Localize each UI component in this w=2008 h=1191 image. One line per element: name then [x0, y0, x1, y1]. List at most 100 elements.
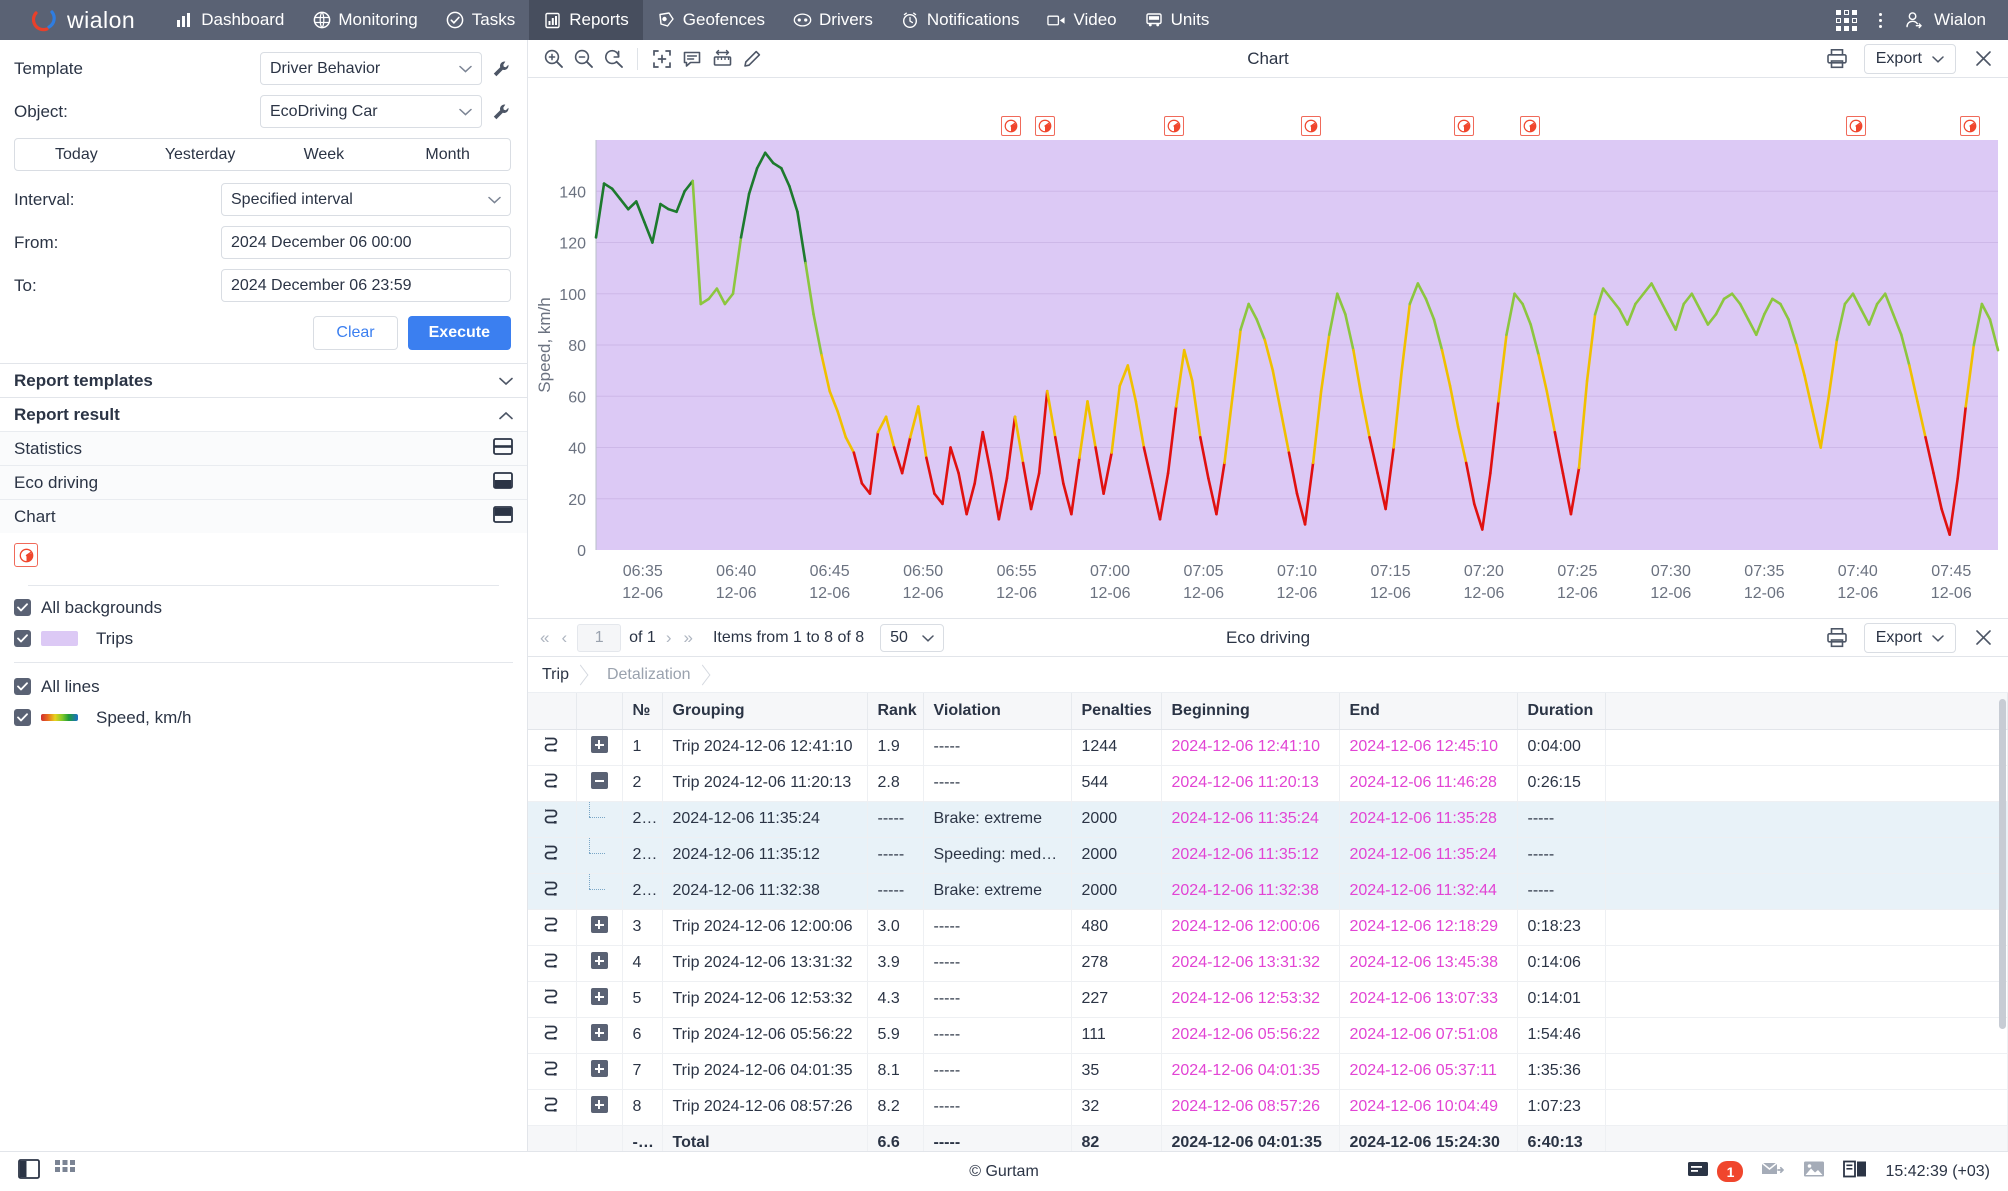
chart-violation-marker[interactable]	[1034, 116, 1055, 136]
chevron-right-icon[interactable]: ›	[664, 628, 674, 648]
route-icon[interactable]	[543, 880, 560, 902]
expander-cell[interactable]	[576, 945, 623, 982]
chart-violation-marker[interactable]	[1453, 116, 1474, 136]
trips-checkbox[interactable]	[14, 630, 31, 647]
result-row-statistics[interactable]: Statistics	[0, 431, 527, 465]
double-chevron-left-icon[interactable]: «	[538, 628, 551, 648]
expander-cell[interactable]	[576, 1125, 623, 1151]
speed-line-row[interactable]: Speed, km/h	[0, 702, 527, 733]
messages-indicator[interactable]: 1	[1687, 1160, 1744, 1183]
template-settings-icon[interactable]	[491, 59, 511, 79]
route-icon-cell[interactable]	[528, 1125, 577, 1151]
table-row[interactable]: 4 Trip 2024-12-06 13:31:32 3.9 ----- 278 2024…	[528, 945, 2008, 982]
chart-violation-marker[interactable]	[1000, 116, 1021, 136]
route-icon[interactable]	[543, 736, 560, 758]
select-area-icon[interactable]	[647, 44, 677, 74]
table-row[interactable]: ----- Total 6.6 ----- 82 2024-12-06 04:01:35 2…	[528, 1125, 2008, 1151]
route-icon[interactable]	[543, 988, 560, 1010]
table-close-icon[interactable]	[1968, 623, 1998, 653]
table-column-header[interactable]: Penalties	[1071, 693, 1162, 730]
mail-forward-icon[interactable]	[1761, 1160, 1785, 1183]
nav-item-monitoring[interactable]: Monitoring	[298, 0, 431, 40]
result-row-chart[interactable]: Chart	[0, 499, 527, 533]
kebab-menu-icon[interactable]	[1879, 12, 1883, 28]
table-row[interactable]: 8 Trip 2024-12-06 08:57:26 8.2 ----- 32 2024-…	[528, 1089, 2008, 1126]
speed-gauge-icon-chip[interactable]	[14, 543, 38, 567]
result-row-eco-driving[interactable]: Eco driving	[0, 465, 527, 499]
report-result-section[interactable]: Report result	[0, 397, 527, 431]
nav-item-geofences[interactable]: Geofences	[643, 0, 779, 40]
trips-row[interactable]: Trips	[0, 623, 527, 654]
zoom-in-icon[interactable]	[538, 44, 568, 74]
chart-close-icon[interactable]	[1968, 44, 1998, 74]
split-horizontal-icon[interactable]	[493, 437, 513, 460]
grid-apps-icon[interactable]	[54, 1159, 76, 1184]
expander-cell[interactable]	[576, 837, 623, 874]
route-icon[interactable]	[543, 1096, 560, 1118]
chart-violation-marker[interactable]	[1846, 116, 1867, 136]
zoom-out-icon[interactable]	[568, 44, 598, 74]
report-templates-section[interactable]: Report templates	[0, 363, 527, 397]
expander-cell[interactable]	[576, 1053, 623, 1090]
table-row[interactable]: 2.2 2024-12-06 11:35:12 ----- Speeding: med…	[528, 837, 2008, 874]
nav-item-dashboard[interactable]: Dashboard	[161, 0, 298, 40]
route-icon-cell[interactable]	[528, 873, 577, 910]
page-size-select[interactable]: 50	[880, 623, 944, 652]
table-row[interactable]: 1 Trip 2024-12-06 12:41:10 1.9 ----- 1244 202…	[528, 729, 2008, 766]
table-export-button[interactable]: Export	[1863, 622, 1956, 653]
period-tab-week[interactable]: Week	[263, 139, 387, 170]
object-settings-icon[interactable]	[491, 102, 511, 122]
table-column-header[interactable]	[576, 693, 623, 730]
route-icon[interactable]	[543, 844, 560, 866]
speed-chart[interactable]: 0 20 40 60 80 100 120 140 Speed, km/h 06:35 12-06 0…	[528, 78, 2008, 618]
period-tab-yesterday[interactable]: Yesterday	[139, 139, 263, 170]
nav-item-tasks[interactable]: Tasks	[432, 0, 529, 40]
page-number-input[interactable]: 1	[577, 623, 622, 652]
chart-violation-marker[interactable]	[1163, 116, 1184, 136]
route-icon[interactable]	[543, 772, 560, 794]
table-row[interactable]: 5 Trip 2024-12-06 12:53:32 4.3 ----- 227 2024…	[528, 981, 2008, 1018]
all-backgrounds-row[interactable]: All backgrounds	[0, 592, 527, 623]
expand-row-button[interactable]	[590, 736, 608, 753]
table-column-header[interactable]: Violation	[923, 693, 1072, 730]
route-icon-cell[interactable]	[528, 765, 577, 802]
route-icon-cell[interactable]	[528, 945, 577, 982]
table-column-header[interactable]: Rank	[867, 693, 924, 730]
measure-icon[interactable]	[707, 44, 737, 74]
object-select[interactable]: EcoDriving Car	[260, 95, 482, 128]
breadcrumb-detalization[interactable]: Detalization	[595, 657, 717, 693]
wialon-logo[interactable]: wialon	[0, 7, 161, 34]
execute-button[interactable]: Execute	[407, 316, 511, 350]
clear-button[interactable]: Clear	[313, 316, 398, 350]
panel-top-icon[interactable]	[493, 505, 513, 528]
user-menu[interactable]: Wialon	[1904, 10, 1986, 30]
route-icon-cell[interactable]	[528, 1017, 577, 1054]
route-icon-cell[interactable]	[528, 729, 577, 766]
expand-row-button[interactable]	[590, 988, 608, 1005]
route-icon-cell[interactable]	[528, 1089, 577, 1126]
table-column-header[interactable]: End	[1339, 693, 1518, 730]
panel-bottom-icon[interactable]	[493, 471, 513, 494]
table-column-header[interactable]: №	[622, 693, 663, 730]
table-row[interactable]: 7 Trip 2024-12-06 04:01:35 8.1 ----- 35 2024-…	[528, 1053, 2008, 1090]
expand-row-button[interactable]	[590, 1024, 608, 1041]
comment-icon[interactable]	[677, 44, 707, 74]
expander-cell[interactable]	[576, 801, 623, 838]
period-tab-today[interactable]: Today	[15, 139, 139, 170]
interval-select[interactable]: Specified interval	[221, 183, 511, 216]
nav-item-notifications[interactable]: Notifications	[887, 0, 1034, 40]
speed-line-checkbox[interactable]	[14, 709, 31, 726]
printer-icon[interactable]	[1822, 623, 1852, 653]
printer-icon[interactable]	[1822, 44, 1852, 74]
period-tab-month[interactable]: Month	[386, 139, 510, 170]
template-select[interactable]: Driver Behavior	[260, 52, 482, 85]
breadcrumb-trip[interactable]: Trip	[542, 657, 595, 693]
nav-item-units[interactable]: Units	[1131, 0, 1224, 40]
table-column-header[interactable]: Duration	[1517, 693, 1606, 730]
expander-cell[interactable]	[576, 1089, 623, 1126]
table-column-header[interactable]	[1605, 693, 2008, 730]
table-column-header[interactable]	[528, 693, 577, 730]
expand-row-button[interactable]	[590, 952, 608, 969]
table-row[interactable]: 2.1 2024-12-06 11:35:24 ----- Brake: extrem…	[528, 801, 2008, 838]
image-icon[interactable]	[1803, 1160, 1825, 1183]
